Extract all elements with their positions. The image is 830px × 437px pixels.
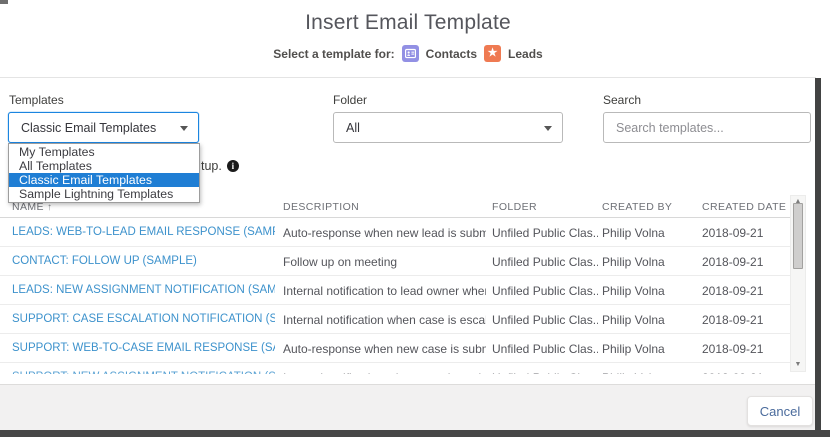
template-name-link[interactable]: SUPPORT: WEB-TO-CASE EMAIL RESPONSE (SAM… xyxy=(12,342,275,354)
insert-email-template-dialog: Insert Email Template Select a template … xyxy=(0,0,830,437)
template-created-date: 2018-09-21 xyxy=(702,342,764,356)
table-row-clipped[interactable]: SUPPORT: NEW ASSIGNMENT NOTIFICATION (SA… xyxy=(0,363,790,374)
sort-ascending-icon: ↑ xyxy=(46,202,53,213)
search-input[interactable] xyxy=(603,112,811,143)
dropdown-option-all-templates[interactable]: All Templates xyxy=(9,159,199,173)
column-header-created-date[interactable]: CREATED DATE xyxy=(702,201,788,213)
template-created-by: Philip Volna xyxy=(602,313,665,327)
template-created-by: Philip Volna xyxy=(602,371,698,374)
template-created-date: 2018-09-21 xyxy=(702,371,788,374)
template-name-link[interactable]: SUPPORT: CASE ESCALATION NOTIFICATION (S… xyxy=(12,313,275,325)
template-created-date: 2018-09-21 xyxy=(702,284,764,298)
cancel-button[interactable]: Cancel xyxy=(747,396,813,426)
entity-contacts-label: Contacts xyxy=(425,46,478,61)
scrollbar-thumb[interactable] xyxy=(793,203,803,269)
hint-text-fragment: tup. i xyxy=(201,159,239,173)
column-header-folder[interactable]: FOLDER xyxy=(492,201,598,213)
template-description: Internal notification when case is assig… xyxy=(283,371,486,374)
template-description: Internal notification when case is escal… xyxy=(283,313,486,327)
scrollbar-down-icon[interactable]: ▼ xyxy=(791,359,805,371)
template-name-link[interactable]: CONTACT: FOLLOW UP (SAMPLE) xyxy=(12,255,275,267)
folder-label: Folder xyxy=(333,93,368,107)
template-created-date: 2018-09-21 xyxy=(702,313,764,327)
column-header-description[interactable]: DESCRIPTION xyxy=(283,201,486,213)
template-folder: Unfiled Public Clas... xyxy=(492,342,598,356)
table-row[interactable]: LEADS: WEB-TO-LEAD EMAIL RESPONSE (SAMPL… xyxy=(0,218,790,247)
column-header-created-by[interactable]: CREATED BY xyxy=(602,201,698,213)
template-created-by: Philip Volna xyxy=(602,226,665,240)
dialog-footer xyxy=(0,384,816,430)
template-description: Follow up on meeting xyxy=(283,255,398,269)
folder-select[interactable]: All xyxy=(333,112,563,143)
dropdown-option-classic-email-templates[interactable]: Classic Email Templates xyxy=(9,173,199,187)
table-row[interactable]: SUPPORT: CASE ESCALATION NOTIFICATION (S… xyxy=(0,305,790,334)
info-icon[interactable]: i xyxy=(226,160,239,172)
template-folder: Unfiled Public Clas... xyxy=(492,284,598,298)
template-name-link[interactable]: SUPPORT: NEW ASSIGNMENT NOTIFICATION (SA… xyxy=(12,371,275,374)
template-name-link[interactable]: LEADS: NEW ASSIGNMENT NOTIFICATION (SAMP… xyxy=(12,284,275,296)
page-title: Insert Email Template xyxy=(305,11,511,34)
template-folder: Unfiled Public Clas... xyxy=(492,226,598,240)
templates-select-value: Classic Email Templates xyxy=(21,120,157,135)
window-edge-right xyxy=(815,78,821,437)
vertical-scrollbar[interactable]: ▲ ▼ xyxy=(790,195,806,372)
template-description: Internal notification to lead owner when… xyxy=(283,284,486,298)
template-folder: Unfiled Public Clas... xyxy=(492,255,598,269)
templates-select[interactable]: Classic Email Templates xyxy=(8,112,199,143)
table-row[interactable]: SUPPORT: WEB-TO-CASE EMAIL RESPONSE (SAM… xyxy=(0,334,790,363)
window-edge-corner xyxy=(0,0,8,4)
folder-select-value: All xyxy=(346,120,360,135)
dialog-header: Insert Email Template Select a template … xyxy=(0,0,816,78)
table-row[interactable]: CONTACT: FOLLOW UP (SAMPLE) Follow up on… xyxy=(0,247,790,276)
subtitle-row: Select a template for: Contacts ★ Leads xyxy=(0,45,816,62)
contact-icon xyxy=(401,45,419,62)
lead-icon: ★ xyxy=(484,45,502,62)
search-label: Search xyxy=(603,93,642,107)
dropdown-option-my-templates[interactable]: My Templates xyxy=(9,145,199,159)
template-description: Auto-response when new lead is submitt..… xyxy=(283,226,486,240)
template-folder: Unfiled Public Clas... xyxy=(492,313,598,327)
template-created-date: 2018-09-21 xyxy=(702,255,764,269)
template-name-link[interactable]: LEADS: WEB-TO-LEAD EMAIL RESPONSE (SAMPL… xyxy=(12,226,275,238)
subtitle-label: Select a template for: xyxy=(273,46,395,61)
templates-dropdown-list: My Templates All Templates Classic Email… xyxy=(8,143,200,203)
hint-fragment-label: tup. xyxy=(201,159,222,173)
template-created-date: 2018-09-21 xyxy=(702,226,764,240)
template-description: Auto-response when new case is submit... xyxy=(283,342,486,356)
chevron-down-icon xyxy=(180,126,188,131)
chevron-down-icon xyxy=(544,126,552,131)
template-created-by: Philip Volna xyxy=(602,255,665,269)
templates-label: Templates xyxy=(9,93,64,107)
template-folder: Unfiled Public Clas... xyxy=(492,371,598,374)
dropdown-option-sample-lightning-templates[interactable]: Sample Lightning Templates xyxy=(9,187,199,201)
template-created-by: Philip Volna xyxy=(602,284,665,298)
entity-leads-label: Leads xyxy=(508,46,543,61)
window-edge-bottom xyxy=(0,430,830,437)
table-row[interactable]: LEADS: NEW ASSIGNMENT NOTIFICATION (SAMP… xyxy=(0,276,790,305)
template-created-by: Philip Volna xyxy=(602,342,665,356)
